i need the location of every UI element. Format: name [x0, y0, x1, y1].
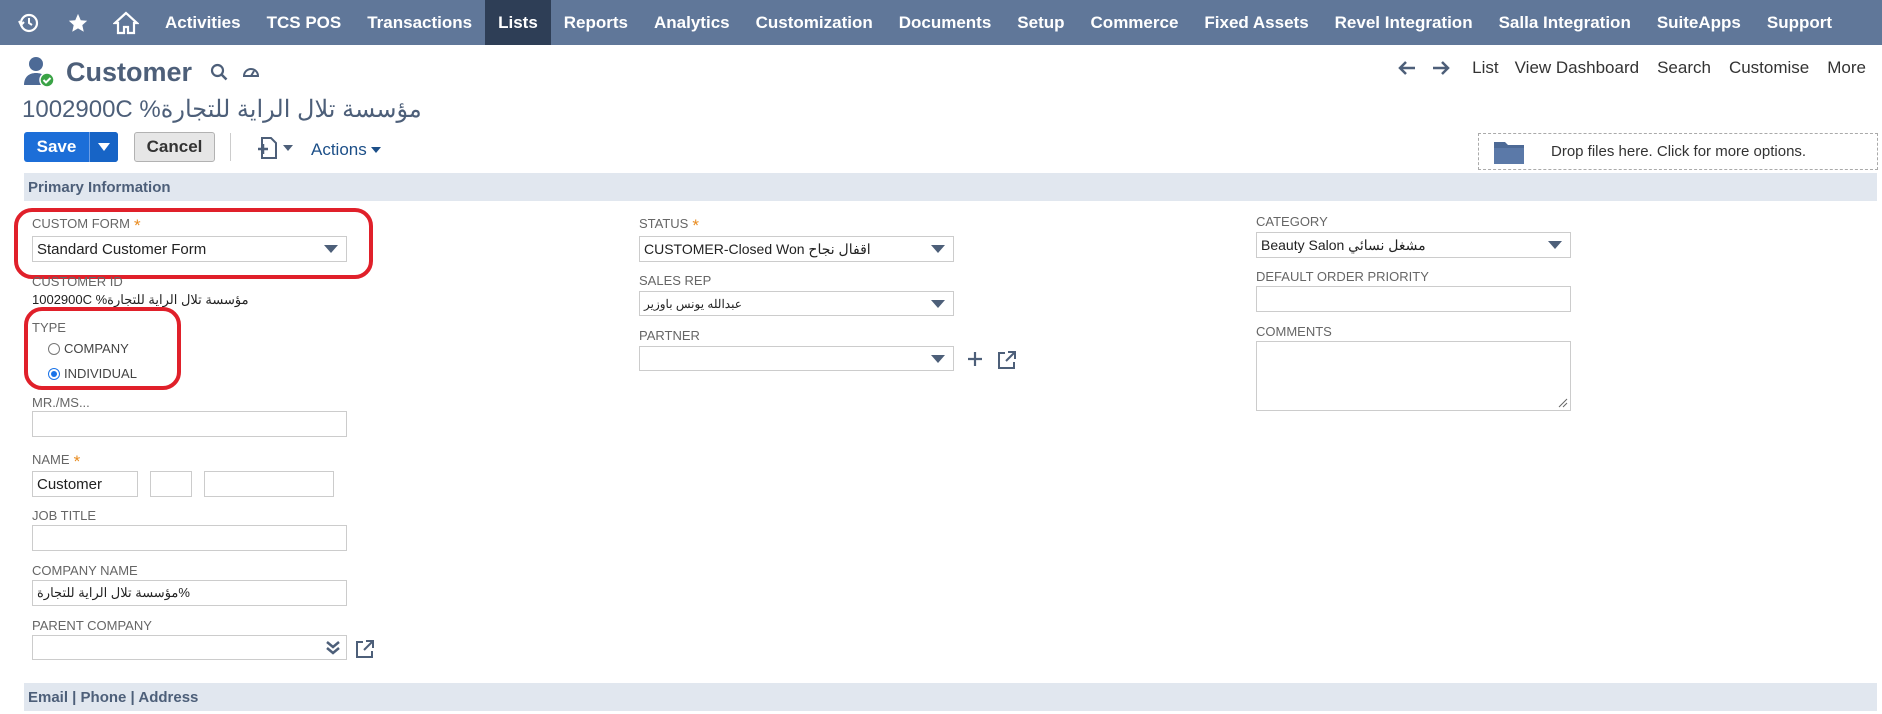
name-label: NAME * — [32, 452, 81, 471]
resize-handle-icon[interactable] — [1558, 398, 1568, 408]
nav-item-tcs-pos[interactable]: TCS POS — [254, 0, 355, 45]
double-chevron-down-icon — [326, 641, 340, 655]
nav-item-customization[interactable]: Customization — [743, 0, 886, 45]
required-marker: * — [692, 216, 699, 235]
file-dropzone[interactable]: Drop files here. Click for more options. — [1478, 133, 1878, 170]
home-icon[interactable] — [100, 0, 152, 45]
toolbar-divider — [230, 133, 231, 161]
record-navigation: List View Dashboard Search Customise Mor… — [1398, 58, 1866, 78]
dropzone-text: Drop files here. Click for more options. — [1551, 143, 1807, 160]
first-name-input[interactable]: Customer — [32, 471, 138, 497]
job-title-input[interactable] — [32, 525, 347, 551]
default-order-priority-label: DEFAULT ORDER PRIORITY — [1256, 269, 1429, 284]
parent-company-select[interactable] — [32, 635, 347, 660]
sales-rep-label: SALES REP — [639, 273, 712, 288]
list-link[interactable]: List — [1472, 58, 1498, 78]
partner-select[interactable] — [639, 346, 954, 371]
customise-link[interactable]: Customise — [1729, 58, 1809, 78]
parent-company-label: PARENT COMPANY — [32, 618, 152, 633]
nav-item-transactions[interactable]: Transactions — [354, 0, 485, 45]
required-marker: * — [73, 452, 81, 471]
default-order-priority-input[interactable] — [1256, 286, 1571, 312]
section-email-phone-address[interactable]: Email | Phone | Address — [24, 683, 1877, 711]
nav-item-lists[interactable]: Lists — [485, 0, 551, 45]
mr-ms-input[interactable] — [32, 411, 347, 437]
comments-textarea[interactable] — [1256, 341, 1571, 411]
save-button-label: Save — [36, 137, 77, 156]
section-primary-information[interactable]: Primary Information — [24, 173, 1877, 201]
dropdown-arrow-icon — [931, 300, 945, 308]
category-value: Beauty Salon مشغل نسائي — [1261, 236, 1426, 253]
nav-item-support[interactable]: Support — [1754, 0, 1845, 45]
recent-records-icon[interactable] — [0, 0, 56, 45]
nav-item-revel-integration[interactable]: Revel Integration — [1322, 0, 1486, 45]
dropdown-arrow-icon — [931, 245, 945, 253]
actions-label: Actions — [311, 140, 367, 159]
mr-ms-label: MR./MS... — [32, 395, 90, 410]
nav-item-commerce[interactable]: Commerce — [1078, 0, 1192, 45]
page-title: Customer — [66, 56, 193, 87]
dashboard-icon[interactable] — [242, 64, 260, 80]
search-link[interactable]: Search — [1657, 58, 1711, 78]
sales-rep-select[interactable]: عبدالله يونس باوزير — [639, 291, 954, 316]
comments-label: COMMENTS — [1256, 324, 1332, 339]
view-dashboard-link[interactable]: View Dashboard — [1515, 58, 1639, 78]
nav-item-setup[interactable]: Setup — [1004, 0, 1077, 45]
nav-item-fixed-assets[interactable]: Fixed Assets — [1191, 0, 1321, 45]
folder-icon — [1493, 139, 1525, 165]
chevron-down-icon — [370, 147, 381, 153]
status-value: CUSTOMER-Closed Won اقفال نجاح — [644, 240, 871, 257]
nav-item-activities[interactable]: Activities — [152, 0, 254, 45]
status-select[interactable]: CUSTOMER-Closed Won اقفال نجاح — [639, 236, 954, 262]
page-header: Customer — [22, 52, 260, 92]
arrow-right-icon[interactable] — [1432, 61, 1450, 75]
job-title-label: JOB TITLE — [32, 508, 97, 523]
open-link-icon[interactable] — [355, 639, 375, 659]
dropdown-arrow-icon — [931, 355, 945, 363]
nav-item-documents[interactable]: Documents — [886, 0, 1005, 45]
customer-icon — [22, 55, 56, 89]
middle-name-input[interactable] — [150, 471, 192, 497]
category-label: CATEGORY — [1256, 214, 1328, 229]
status-label: STATUS * — [639, 216, 699, 235]
nav-item-suiteapps[interactable]: SuiteApps — [1644, 0, 1754, 45]
nav-item-analytics[interactable]: Analytics — [641, 0, 743, 45]
save-options-chevron-icon[interactable] — [89, 132, 118, 162]
open-link-icon[interactable] — [997, 350, 1017, 370]
star-icon[interactable] — [56, 0, 100, 45]
new-document-icon[interactable] — [256, 136, 293, 160]
dropdown-arrow-icon — [1548, 241, 1562, 249]
plus-icon[interactable] — [966, 350, 984, 368]
highlight-custom-form — [14, 208, 373, 279]
customer-id-label: CUSTOMER ID — [32, 274, 123, 289]
record-name: 1002900C %مؤسسة تلال الراية للتجارة — [22, 96, 422, 123]
sales-rep-value: عبدالله يونس باوزير — [644, 296, 742, 311]
nav-item-salla-integration[interactable]: Salla Integration — [1486, 0, 1644, 45]
actions-menu[interactable]: Actions — [311, 140, 381, 160]
save-button[interactable]: Save — [24, 132, 118, 162]
search-icon[interactable] — [210, 63, 228, 81]
highlight-type — [24, 307, 181, 390]
cancel-button[interactable]: Cancel — [134, 132, 215, 162]
more-link[interactable]: More — [1827, 58, 1866, 78]
partner-label: PARTNER — [639, 328, 700, 343]
top-navigation: Activities TCS POS Transactions Lists Re… — [0, 0, 1882, 45]
arrow-left-icon[interactable] — [1398, 61, 1416, 75]
company-name-input[interactable]: مؤسسة تلال الراية للتجارة% — [32, 580, 347, 606]
nav-item-reports[interactable]: Reports — [551, 0, 641, 45]
company-name-label: COMPANY NAME — [32, 563, 138, 578]
category-select[interactable]: Beauty Salon مشغل نسائي — [1256, 232, 1571, 258]
last-name-input[interactable] — [204, 471, 334, 497]
customer-id-value: 1002900C %مؤسسة تلال الراية للتجارة — [32, 292, 249, 307]
